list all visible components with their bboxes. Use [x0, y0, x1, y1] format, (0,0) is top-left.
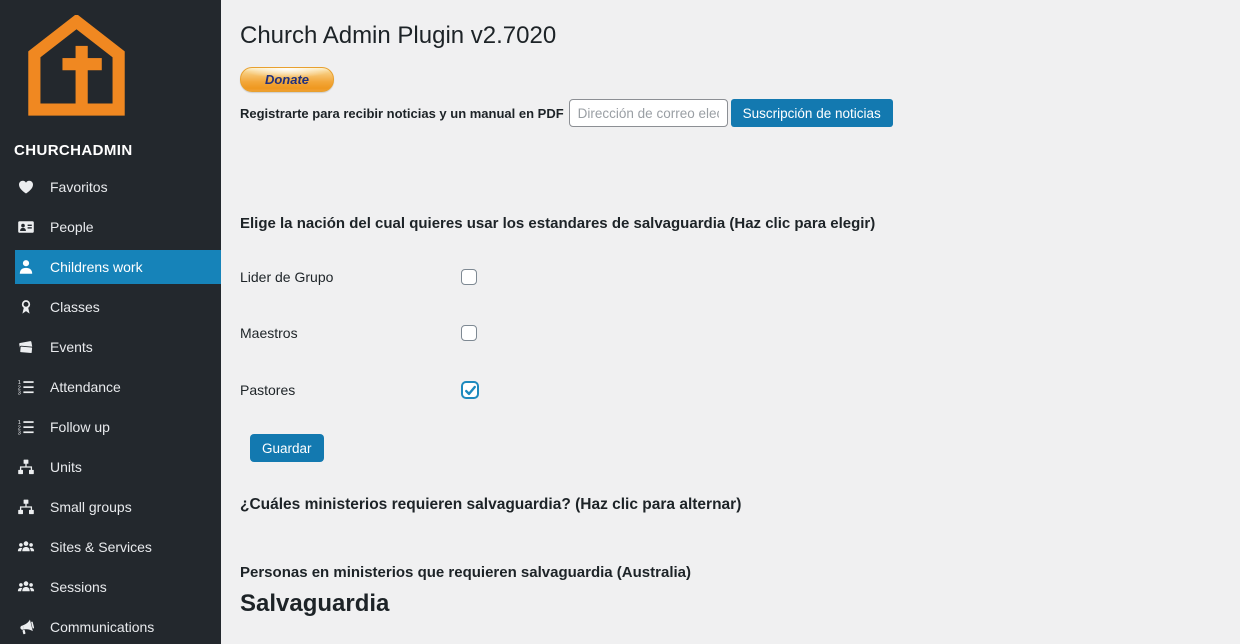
newsletter-signup-row: Registrarte para recibir noticias y un m… — [240, 99, 1240, 127]
role-row-lider-de-grupo: Lider de Grupo — [240, 269, 1240, 285]
church-logo — [0, 0, 221, 118]
network-icon — [17, 458, 35, 476]
sidebar-item-label: Classes — [50, 299, 100, 315]
role-checkbox[interactable] — [461, 269, 477, 285]
award-icon — [17, 298, 35, 316]
sidebar-item-units[interactable]: Units — [0, 450, 221, 484]
subscribe-button[interactable]: Suscripción de noticias — [731, 99, 893, 127]
main-content: Church Admin Plugin v2.7020 Donate Regis… — [221, 0, 1240, 644]
sidebar-item-label: Favoritos — [50, 179, 108, 195]
role-label: Maestros — [240, 325, 461, 341]
groups-icon — [17, 578, 35, 596]
sidebar-item-sites-services[interactable]: Sites & Services — [0, 530, 221, 564]
role-checkbox[interactable] — [461, 325, 477, 341]
sidebar-item-people[interactable]: People — [0, 210, 221, 244]
role-row-pastores: Pastores — [240, 381, 1240, 399]
sidebar-item-label: Attendance — [50, 379, 121, 395]
salvaguardia-section-title: Salvaguardia — [240, 590, 1240, 618]
sidebar-item-small-groups[interactable]: Small groups — [0, 490, 221, 524]
sidebar-item-label: Childrens work — [50, 259, 143, 275]
donate-button[interactable]: Donate — [240, 67, 334, 92]
sidebar-menu: Favoritos People Children — [0, 170, 221, 644]
page-title: Church Admin Plugin v2.7020 — [240, 21, 1240, 51]
sidebar-item-classes[interactable]: Classes — [0, 290, 221, 324]
role-row-maestros: Maestros — [240, 325, 1240, 341]
save-button[interactable]: Guardar — [250, 434, 324, 462]
megaphone-icon — [17, 618, 35, 636]
svg-text:3: 3 — [18, 391, 21, 396]
brand-title: CHURCHADMIN — [14, 142, 221, 159]
role-label: Lider de Grupo — [240, 269, 461, 285]
svg-text:3: 3 — [18, 431, 21, 436]
id-card-icon — [17, 218, 35, 236]
sidebar-item-label: Communications — [50, 619, 154, 635]
sidebar-item-favoritos[interactable]: Favoritos — [0, 170, 221, 204]
sidebar-item-label: People — [50, 219, 94, 235]
check-icon — [464, 384, 477, 397]
role-checkbox[interactable] — [461, 381, 479, 399]
role-label: Pastores — [240, 382, 461, 398]
sidebar-item-communications[interactable]: Communications — [0, 610, 221, 644]
people-in-ministries-heading: Personas en ministerios que requieren sa… — [240, 564, 1240, 581]
ordered-list-icon: 123 — [17, 378, 35, 396]
sidebar: CHURCHADMIN Favoritos People — [0, 0, 221, 644]
sidebar-item-events[interactable]: Events — [0, 330, 221, 364]
ordered-list-icon: 123 — [17, 418, 35, 436]
newsletter-text: Registrarte para recibir noticias y un m… — [240, 106, 564, 121]
ministries-toggle-heading[interactable]: ¿Cuáles ministerios requieren salvaguard… — [240, 496, 1240, 514]
sidebar-item-label: Small groups — [50, 499, 132, 515]
groups-icon — [17, 538, 35, 556]
sidebar-item-sessions[interactable]: Sessions — [0, 570, 221, 604]
sidebar-item-label: Follow up — [50, 419, 110, 435]
sidebar-item-label: Events — [50, 339, 93, 355]
email-input[interactable] — [569, 99, 728, 127]
sidebar-item-label: Sessions — [50, 579, 107, 595]
sidebar-item-label: Units — [50, 459, 82, 475]
heart-icon — [17, 178, 35, 196]
person-icon — [17, 258, 35, 276]
network-icon — [17, 498, 35, 516]
sidebar-item-follow-up[interactable]: 123 Follow up — [0, 410, 221, 444]
sidebar-item-attendance[interactable]: 123 Attendance — [0, 370, 221, 404]
sidebar-item-childrens-work[interactable]: Childrens work — [15, 250, 221, 284]
church-house-cross-icon — [23, 15, 130, 118]
sidebar-item-label: Sites & Services — [50, 539, 152, 555]
choose-nation-heading[interactable]: Elige la nación del cual quieres usar lo… — [240, 215, 1240, 232]
tickets-icon — [17, 338, 35, 356]
